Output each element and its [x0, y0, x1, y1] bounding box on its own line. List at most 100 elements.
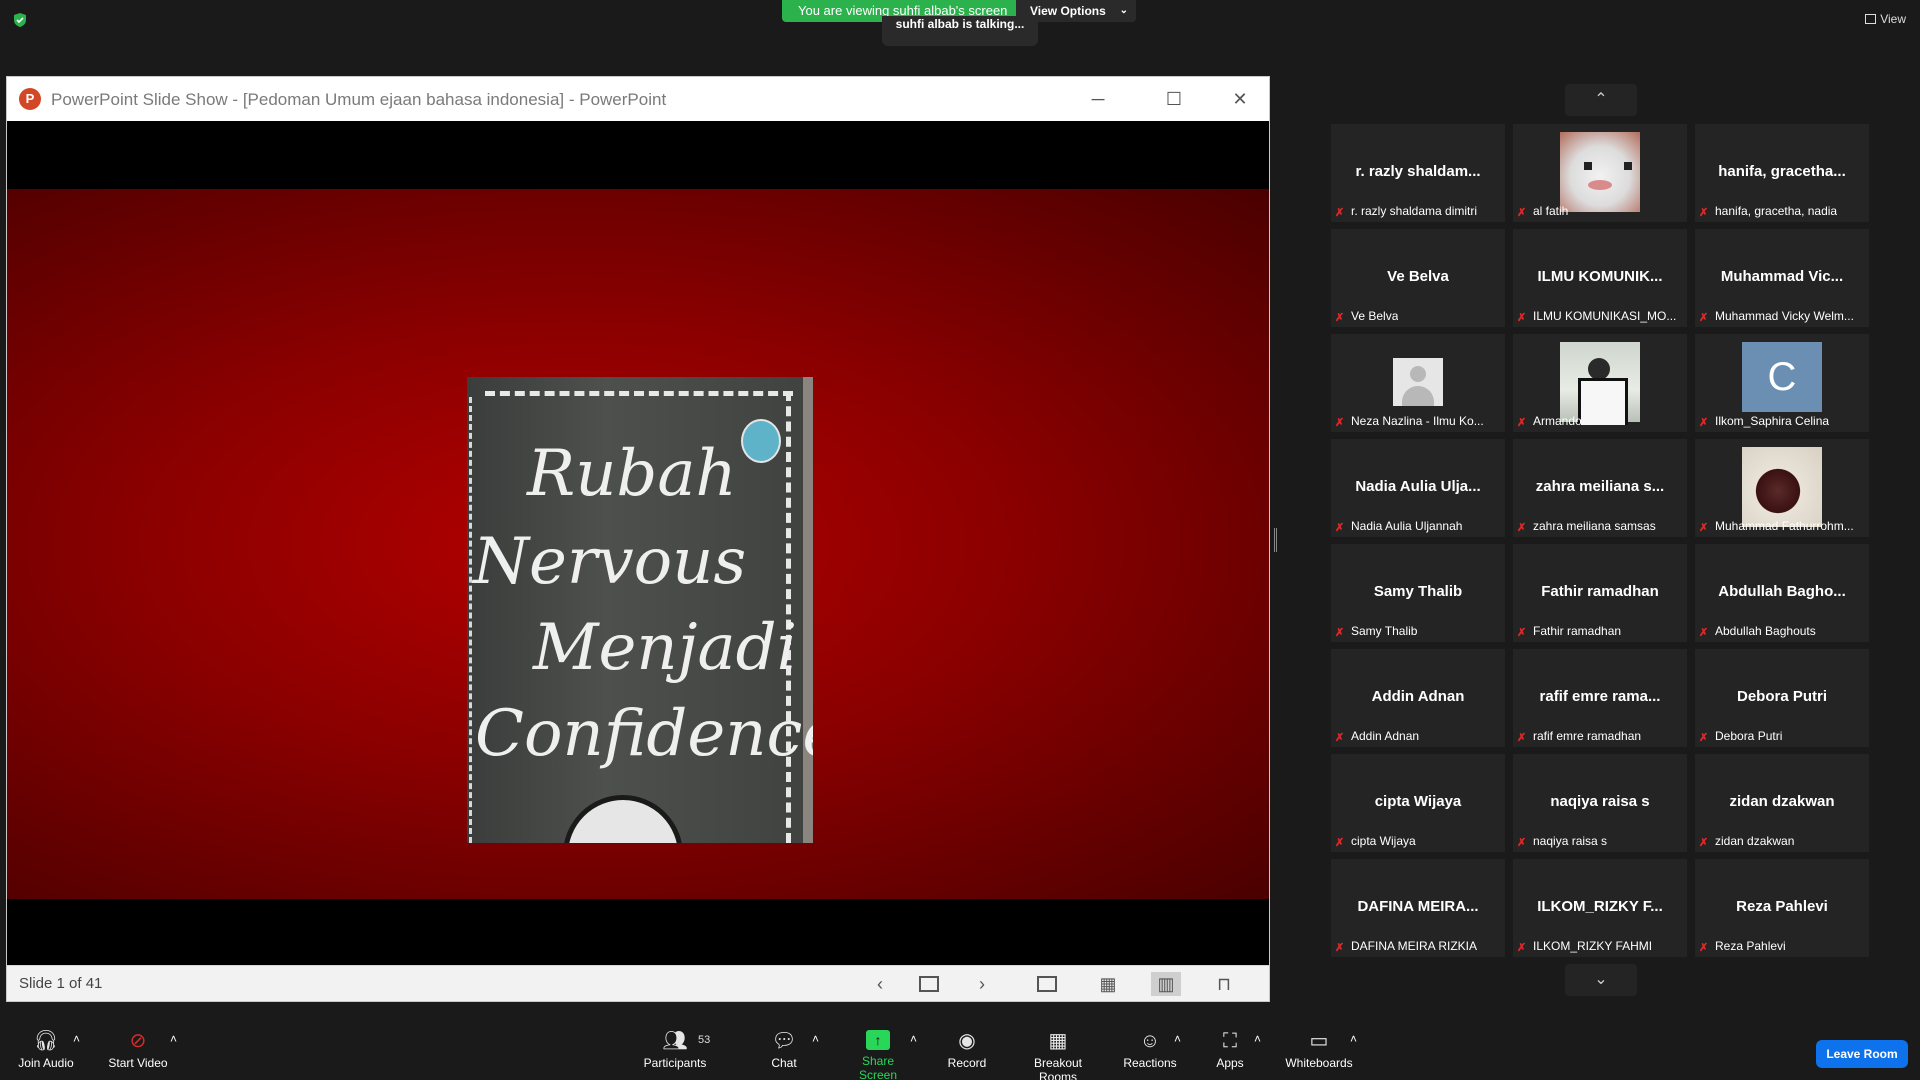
reading-view-icon[interactable]: ▥: [1151, 972, 1181, 996]
view-button[interactable]: View: [1865, 12, 1906, 26]
muted-mic-icon: ✗: [1517, 522, 1527, 533]
reactions-options-caret-icon[interactable]: ˄: [1174, 1032, 1181, 1046]
gallery-page-up-icon[interactable]: ⌃: [1565, 84, 1637, 116]
participant-name-label: ✗ Debora Putri: [1699, 729, 1782, 743]
participant-tile[interactable]: ILKOM_RIZKY F... ✗ ILKOM_RIZKY FAHMI: [1513, 859, 1687, 957]
chat-button[interactable]: 💬︎ Chat: [764, 1030, 804, 1070]
participant-name: hanifa, gracetha, nadia: [1715, 204, 1838, 218]
next-slide-icon[interactable]: ›: [967, 972, 997, 996]
muted-mic-icon: ✗: [1335, 522, 1345, 533]
participant-display-name: Samy Thalib: [1373, 583, 1463, 600]
participant-tile[interactable]: naqiya raisa s ✗ naqiya raisa s: [1513, 754, 1687, 852]
slide-sorter-icon[interactable]: ▦: [1093, 972, 1123, 996]
chevron-down-icon: ⌄: [1119, 5, 1128, 16]
participant-name-label: ✗ zidan dzakwan: [1699, 834, 1794, 848]
reactions-label: Reactions: [1123, 1056, 1177, 1070]
reactions-icon: ☺: [1139, 1030, 1161, 1052]
participant-tile[interactable]: Abdullah Bagho... ✗ Abdullah Baghouts: [1695, 544, 1869, 642]
participant-display-name: Addin Adnan: [1371, 688, 1465, 705]
participant-tile[interactable]: zahra meiliana s... ✗ zahra meiliana samsa…: [1513, 439, 1687, 537]
minimize-icon[interactable]: ─: [1075, 83, 1121, 115]
participant-tile[interactable]: Fathir ramadhan ✗ Fathir ramadhan: [1513, 544, 1687, 642]
previous-slide-icon[interactable]: ‹: [865, 972, 895, 996]
participants-label: Participants: [643, 1056, 707, 1070]
close-icon[interactable]: ✕: [1217, 83, 1263, 115]
normal-view-icon[interactable]: [1037, 976, 1057, 992]
participant-tile[interactable]: r. razly shaldam... ✗ r. razly shaldama di…: [1331, 124, 1505, 222]
participant-name: Muhammad Fathurrohm...: [1715, 519, 1854, 533]
muted-mic-icon: ✗: [1517, 207, 1527, 218]
whiteboards-button[interactable]: ▭ Whiteboards: [1284, 1030, 1354, 1070]
participant-tile[interactable]: rafif emre rama... ✗ rafif emre ramadhan: [1513, 649, 1687, 747]
participant-name-label: ✗ rafif emre ramadhan: [1517, 729, 1641, 743]
participant-name: Reza Pahlevi: [1715, 939, 1786, 953]
apps-label: Apps: [1216, 1056, 1244, 1070]
participant-tile[interactable]: Ve Belva ✗ Ve Belva: [1331, 229, 1505, 327]
apps-button[interactable]: ⛶ Apps: [1212, 1030, 1248, 1070]
record-button[interactable]: ◉ Record: [944, 1030, 990, 1070]
participant-name: Debora Putri: [1715, 729, 1783, 743]
share-options-caret-icon[interactable]: ˄: [910, 1032, 917, 1046]
video-options-caret-icon[interactable]: ˄: [170, 1032, 177, 1046]
share-screen-button[interactable]: ↑ Share Screen: [842, 1030, 914, 1080]
slideshow-status-bar: Slide 1 of 41 ‹ › ▦ ▥ ⊓: [7, 965, 1269, 1001]
audio-options-caret-icon[interactable]: ˄: [73, 1032, 80, 1046]
breakout-rooms-button[interactable]: ▦ Breakout Rooms: [1014, 1030, 1102, 1080]
muted-mic-icon: ✗: [1335, 732, 1345, 743]
participant-tile[interactable]: cipta Wijaya ✗ cipta Wijaya: [1331, 754, 1505, 852]
participant-tile[interactable]: C ✗ Ilkom_Saphira Celina: [1695, 334, 1869, 432]
participant-tile[interactable]: zidan dzakwan ✗ zidan dzakwan: [1695, 754, 1869, 852]
start-video-button[interactable]: ⊘ Start Video: [106, 1030, 170, 1070]
participant-tile[interactable]: Nadia Aulia Ulja... ✗ Nadia Aulia Uljannah: [1331, 439, 1505, 537]
gallery-page-down-icon[interactable]: ⌄: [1565, 964, 1637, 996]
slide-word: Rubah: [527, 437, 737, 511]
participant-tile[interactable]: ✗ Muhammad Fathurrohm...: [1695, 439, 1869, 537]
participant-photo: [1560, 132, 1640, 212]
security-shield-icon[interactable]: [12, 12, 28, 28]
participant-tile[interactable]: Addin Adnan ✗ Addin Adnan: [1331, 649, 1505, 747]
slide-show-icon[interactable]: ⊓: [1209, 972, 1239, 996]
whiteboards-options-caret-icon[interactable]: ˄: [1350, 1032, 1357, 1046]
slide-word: Nervous: [473, 525, 747, 599]
muted-mic-icon: ✗: [1517, 732, 1527, 743]
participant-name-label: ✗ ILMU KOMUNIKASI_MO...: [1517, 309, 1676, 323]
join-audio-button[interactable]: 🎧︎ Join Audio: [16, 1030, 76, 1070]
participant-name-label: ✗ zahra meiliana samsas: [1517, 519, 1656, 533]
participant-name-label: ✗ Armando .: [1517, 414, 1588, 428]
participant-tile[interactable]: ✗ Armando .: [1513, 334, 1687, 432]
panel-resize-handle[interactable]: [1274, 528, 1277, 552]
participant-tile[interactable]: ✗ Neza Nazlina - Ilmu Ko...: [1331, 334, 1505, 432]
participant-name-label: ✗ Ve Belva: [1335, 309, 1398, 323]
maximize-icon[interactable]: ☐: [1151, 83, 1197, 115]
muted-mic-icon: ✗: [1699, 627, 1709, 638]
reactions-button[interactable]: ☺ Reactions: [1122, 1030, 1178, 1070]
participant-tile[interactable]: DAFINA MEIRA... ✗ DAFINA MEIRA RIZKIA: [1331, 859, 1505, 957]
participant-display-name: ILKOM_RIZKY F...: [1537, 898, 1663, 915]
participant-tile[interactable]: ✗ al fatih: [1513, 124, 1687, 222]
record-label: Record: [947, 1056, 987, 1070]
participant-name: zahra meiliana samsas: [1533, 519, 1656, 533]
participants-button[interactable]: 👥︎ 53 Participants: [640, 1030, 711, 1070]
participant-tile[interactable]: ILMU KOMUNIK... ✗ ILMU KOMUNIKASI_MO...: [1513, 229, 1687, 327]
slide-show-area[interactable]: Rubah Nervous Menjadi Confidence: [7, 121, 1269, 967]
participant-name: Samy Thalib: [1351, 624, 1418, 638]
whiteboards-label: Whiteboards: [1285, 1056, 1353, 1070]
participant-name-label: ✗ al fatih: [1517, 204, 1568, 218]
leave-room-button[interactable]: Leave Room: [1816, 1040, 1908, 1068]
participant-tile[interactable]: hanifa, gracetha... ✗ hanifa, gracetha, na…: [1695, 124, 1869, 222]
participant-display-name: rafif emre rama...: [1539, 688, 1661, 705]
chat-options-caret-icon[interactable]: ˄: [812, 1032, 819, 1046]
participant-name: ILKOM_RIZKY FAHMI: [1533, 939, 1653, 953]
participant-tile[interactable]: Muhammad Vic... ✗ Muhammad Vicky Welm...: [1695, 229, 1869, 327]
notes-page-icon[interactable]: [919, 976, 939, 992]
participant-name: Ilkom_Saphira Celina: [1715, 414, 1830, 428]
participant-name: Neza Nazlina - Ilmu Ko...: [1351, 414, 1484, 428]
muted-mic-icon: ✗: [1699, 942, 1709, 953]
participant-name: naqiya raisa s: [1533, 834, 1608, 848]
participant-tile[interactable]: Debora Putri ✗ Debora Putri: [1695, 649, 1869, 747]
participant-display-name: Abdullah Bagho...: [1718, 583, 1846, 600]
participant-tile[interactable]: Reza Pahlevi ✗ Reza Pahlevi: [1695, 859, 1869, 957]
participant-tile[interactable]: Samy Thalib ✗ Samy Thalib: [1331, 544, 1505, 642]
participant-display-name: hanifa, gracetha...: [1718, 163, 1846, 180]
apps-options-caret-icon[interactable]: ˄: [1254, 1032, 1261, 1046]
